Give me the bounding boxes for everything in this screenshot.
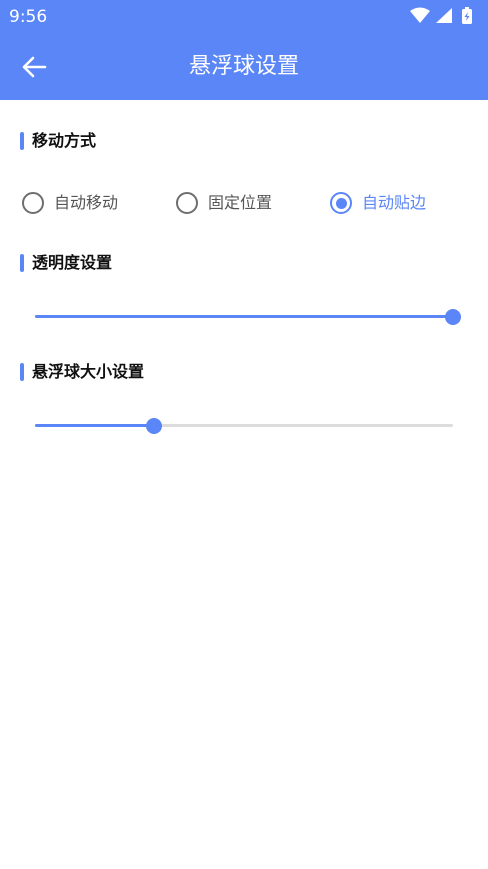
size-section-header: 悬浮球大小设置 — [20, 361, 144, 383]
radio-fixed-position-label: 固定位置 — [208, 193, 273, 212]
opacity-section-header: 透明度设置 — [20, 252, 112, 274]
wifi-icon — [410, 7, 430, 23]
opacity-slider[interactable] — [35, 307, 461, 327]
radio-button-icon — [176, 192, 198, 214]
battery-charging-icon — [462, 7, 472, 24]
page-title: 悬浮球设置 — [188, 54, 299, 79]
section-accent-bar — [20, 254, 24, 272]
size-section-title: 悬浮球大小设置 — [32, 362, 145, 381]
opacity-section-title: 透明度设置 — [32, 253, 113, 272]
radio-button-selected-icon — [330, 192, 352, 214]
radio-button-icon — [22, 192, 44, 214]
size-slider[interactable] — [35, 416, 453, 436]
movement-section-header: 移动方式 — [20, 130, 96, 152]
section-accent-bar — [20, 132, 24, 150]
radio-auto-move-label: 自动移动 — [54, 193, 119, 212]
app-bar: 9:56 悬浮球设置 — [0, 0, 488, 100]
radio-fixed-position[interactable]: 固定位置 — [176, 188, 272, 218]
radio-auto-snap-edge-label: 自动贴边 — [362, 193, 427, 212]
slider-thumb[interactable] — [146, 418, 162, 434]
radio-auto-move[interactable]: 自动移动 — [22, 188, 118, 218]
status-icons — [408, 6, 480, 26]
slider-thumb[interactable] — [445, 309, 461, 325]
signal-icon — [436, 8, 452, 23]
section-accent-bar — [20, 363, 24, 381]
slider-fill — [35, 315, 453, 318]
slider-fill — [35, 424, 154, 427]
radio-auto-snap-edge[interactable]: 自动贴边 — [330, 188, 426, 218]
status-time: 9:56 — [9, 7, 48, 27]
movement-section-title: 移动方式 — [32, 131, 97, 150]
